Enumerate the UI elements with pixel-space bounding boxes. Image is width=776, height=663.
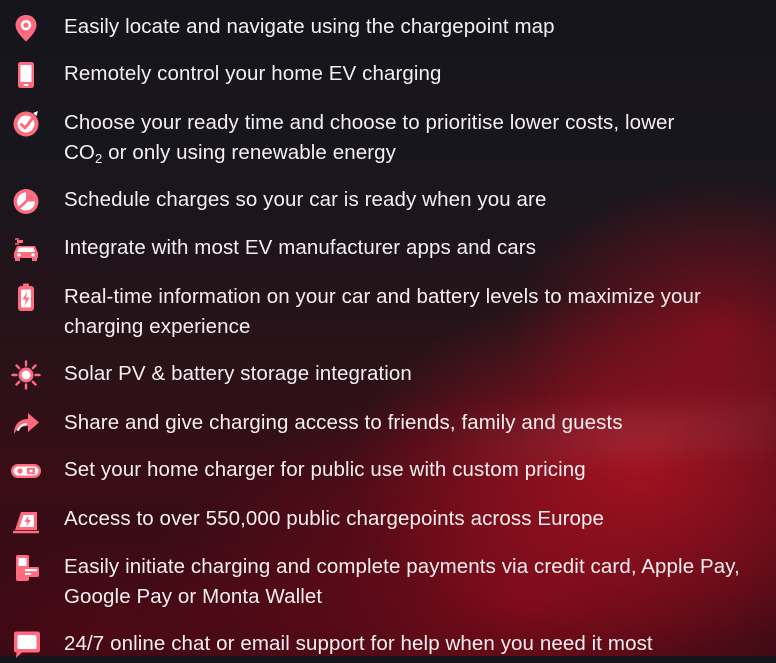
feature-text: Access to over 550,000 public chargepoin… xyxy=(64,507,605,530)
map-pin-icon xyxy=(8,10,44,46)
sun-icon xyxy=(8,357,44,393)
feature-text: Solar PV & battery storage integration xyxy=(64,362,412,385)
feature-text: Set your home charger for public use wit… xyxy=(64,458,586,481)
public-charger-toggle-icon xyxy=(8,453,44,489)
feature-text: Remotely control your home EV charging xyxy=(64,62,442,85)
feature-text: Integrate with most EV manufacturer apps… xyxy=(64,236,537,259)
chat-bubble-icon xyxy=(8,627,44,663)
payment-terminal-icon xyxy=(8,550,44,586)
car-integration-icon xyxy=(8,231,44,267)
feature-text: Schedule charges so your car is ready wh… xyxy=(64,188,547,211)
share-arrow-icon xyxy=(8,406,44,442)
schedule-clock-icon xyxy=(8,183,44,219)
ready-time-gauge-icon xyxy=(8,106,44,142)
feature-text: Choose your ready time and choose to pri… xyxy=(64,111,675,166)
feature-text: 24/7 online chat or email support for he… xyxy=(64,632,653,655)
phone-icon xyxy=(8,57,44,93)
battery-icon xyxy=(8,280,44,316)
feature-text: Real-time information on your car and ba… xyxy=(64,285,701,338)
feature-text: Easily initiate charging and complete pa… xyxy=(64,555,740,608)
feature-text: Easily locate and navigate using the cha… xyxy=(64,15,555,38)
feature-text: Share and give charging access to friend… xyxy=(64,411,623,434)
public-chargepoints-icon xyxy=(8,502,44,538)
